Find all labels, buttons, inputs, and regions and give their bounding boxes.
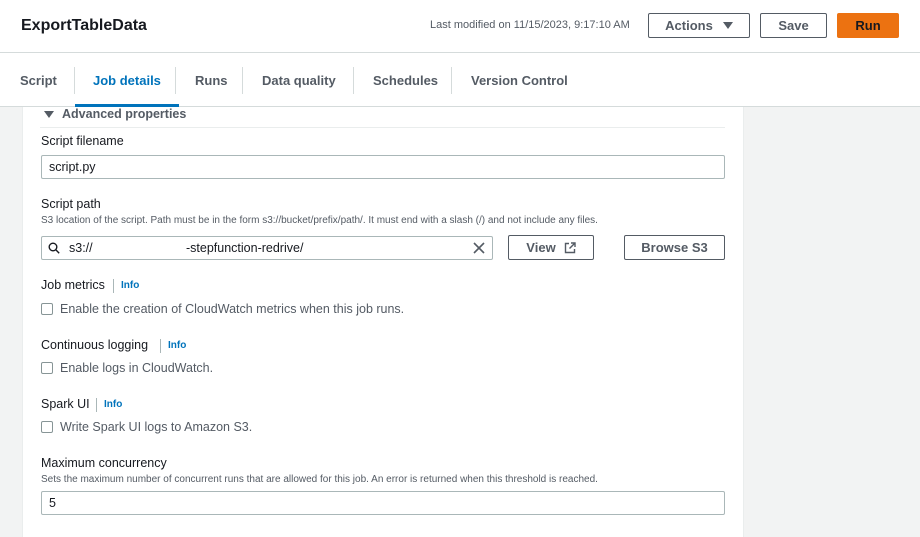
- spark-ui-checkbox[interactable]: [41, 421, 53, 433]
- spark-ui-info-link[interactable]: Info: [104, 399, 122, 410]
- max-concurrency-description: Sets the maximum number of concurrent ru…: [41, 474, 598, 485]
- run-button[interactable]: Run: [837, 13, 899, 38]
- script-path-prefix: s3://: [69, 241, 93, 255]
- max-concurrency-input[interactable]: 5: [41, 491, 725, 515]
- tab-schedules[interactable]: Schedules: [373, 53, 438, 107]
- continuous-logging-label: Continuous logging: [41, 338, 149, 352]
- info-divider: [160, 339, 161, 353]
- job-metrics-checkbox-label: Enable the creation of CloudWatch metric…: [60, 302, 405, 316]
- tab-divider: [175, 67, 176, 94]
- info-divider: [113, 279, 114, 293]
- tab-script[interactable]: Script: [20, 53, 57, 107]
- job-metrics-checkbox[interactable]: [41, 303, 53, 315]
- script-path-suffix: -stepfunction-redrive/: [186, 241, 304, 255]
- continuous-logging-info-link[interactable]: Info: [168, 340, 186, 351]
- search-icon: [48, 242, 60, 254]
- script-path-label: Script path: [41, 197, 101, 211]
- info-divider: [96, 398, 97, 412]
- caret-down-icon: [722, 22, 733, 29]
- tab-bar: Script Job details Runs Data quality Sch…: [0, 53, 920, 107]
- tab-data-quality[interactable]: Data quality: [262, 53, 336, 107]
- job-metrics-label: Job metrics: [41, 278, 105, 292]
- spark-ui-label: Spark UI: [41, 397, 90, 411]
- page-header: ExportTableData Last modified on 11/15/2…: [0, 0, 920, 53]
- actions-label: Actions: [665, 18, 713, 33]
- external-link-icon: [564, 241, 576, 253]
- actions-dropdown-button[interactable]: Actions: [648, 13, 750, 38]
- tab-divider: [74, 67, 75, 94]
- clear-icon[interactable]: [473, 242, 485, 254]
- save-button[interactable]: Save: [760, 13, 827, 38]
- script-filename-input[interactable]: script.py: [41, 155, 725, 179]
- script-filename-label: Script filename: [41, 134, 124, 148]
- job-title: ExportTableData: [21, 17, 147, 34]
- tab-version-control[interactable]: Version Control: [471, 53, 568, 107]
- caret-down-icon: [44, 110, 54, 118]
- browse-s3-button[interactable]: Browse S3: [624, 235, 725, 260]
- continuous-logging-checkbox-label: Enable logs in CloudWatch.: [60, 361, 214, 375]
- script-path-description: S3 location of the script. Path must be …: [41, 215, 598, 226]
- view-label: View: [526, 240, 556, 255]
- view-button[interactable]: View: [508, 235, 594, 260]
- continuous-logging-checkbox[interactable]: [41, 362, 53, 374]
- tab-divider: [242, 67, 243, 94]
- advanced-properties-toggle[interactable]: Advanced properties: [44, 107, 186, 121]
- tab-job-details[interactable]: Job details: [75, 53, 179, 107]
- advanced-properties-heading: Advanced properties: [62, 107, 187, 121]
- max-concurrency-label: Maximum concurrency: [41, 456, 167, 470]
- section-divider: [40, 127, 725, 128]
- job-metrics-info-link[interactable]: Info: [121, 280, 139, 291]
- tab-runs[interactable]: Runs: [195, 53, 228, 107]
- tab-divider: [451, 67, 452, 94]
- spark-ui-checkbox-label: Write Spark UI logs to Amazon S3.: [60, 420, 253, 434]
- last-modified-text: Last modified on 11/15/2023, 9:17:10 AM: [430, 19, 630, 31]
- tab-divider: [353, 67, 354, 94]
